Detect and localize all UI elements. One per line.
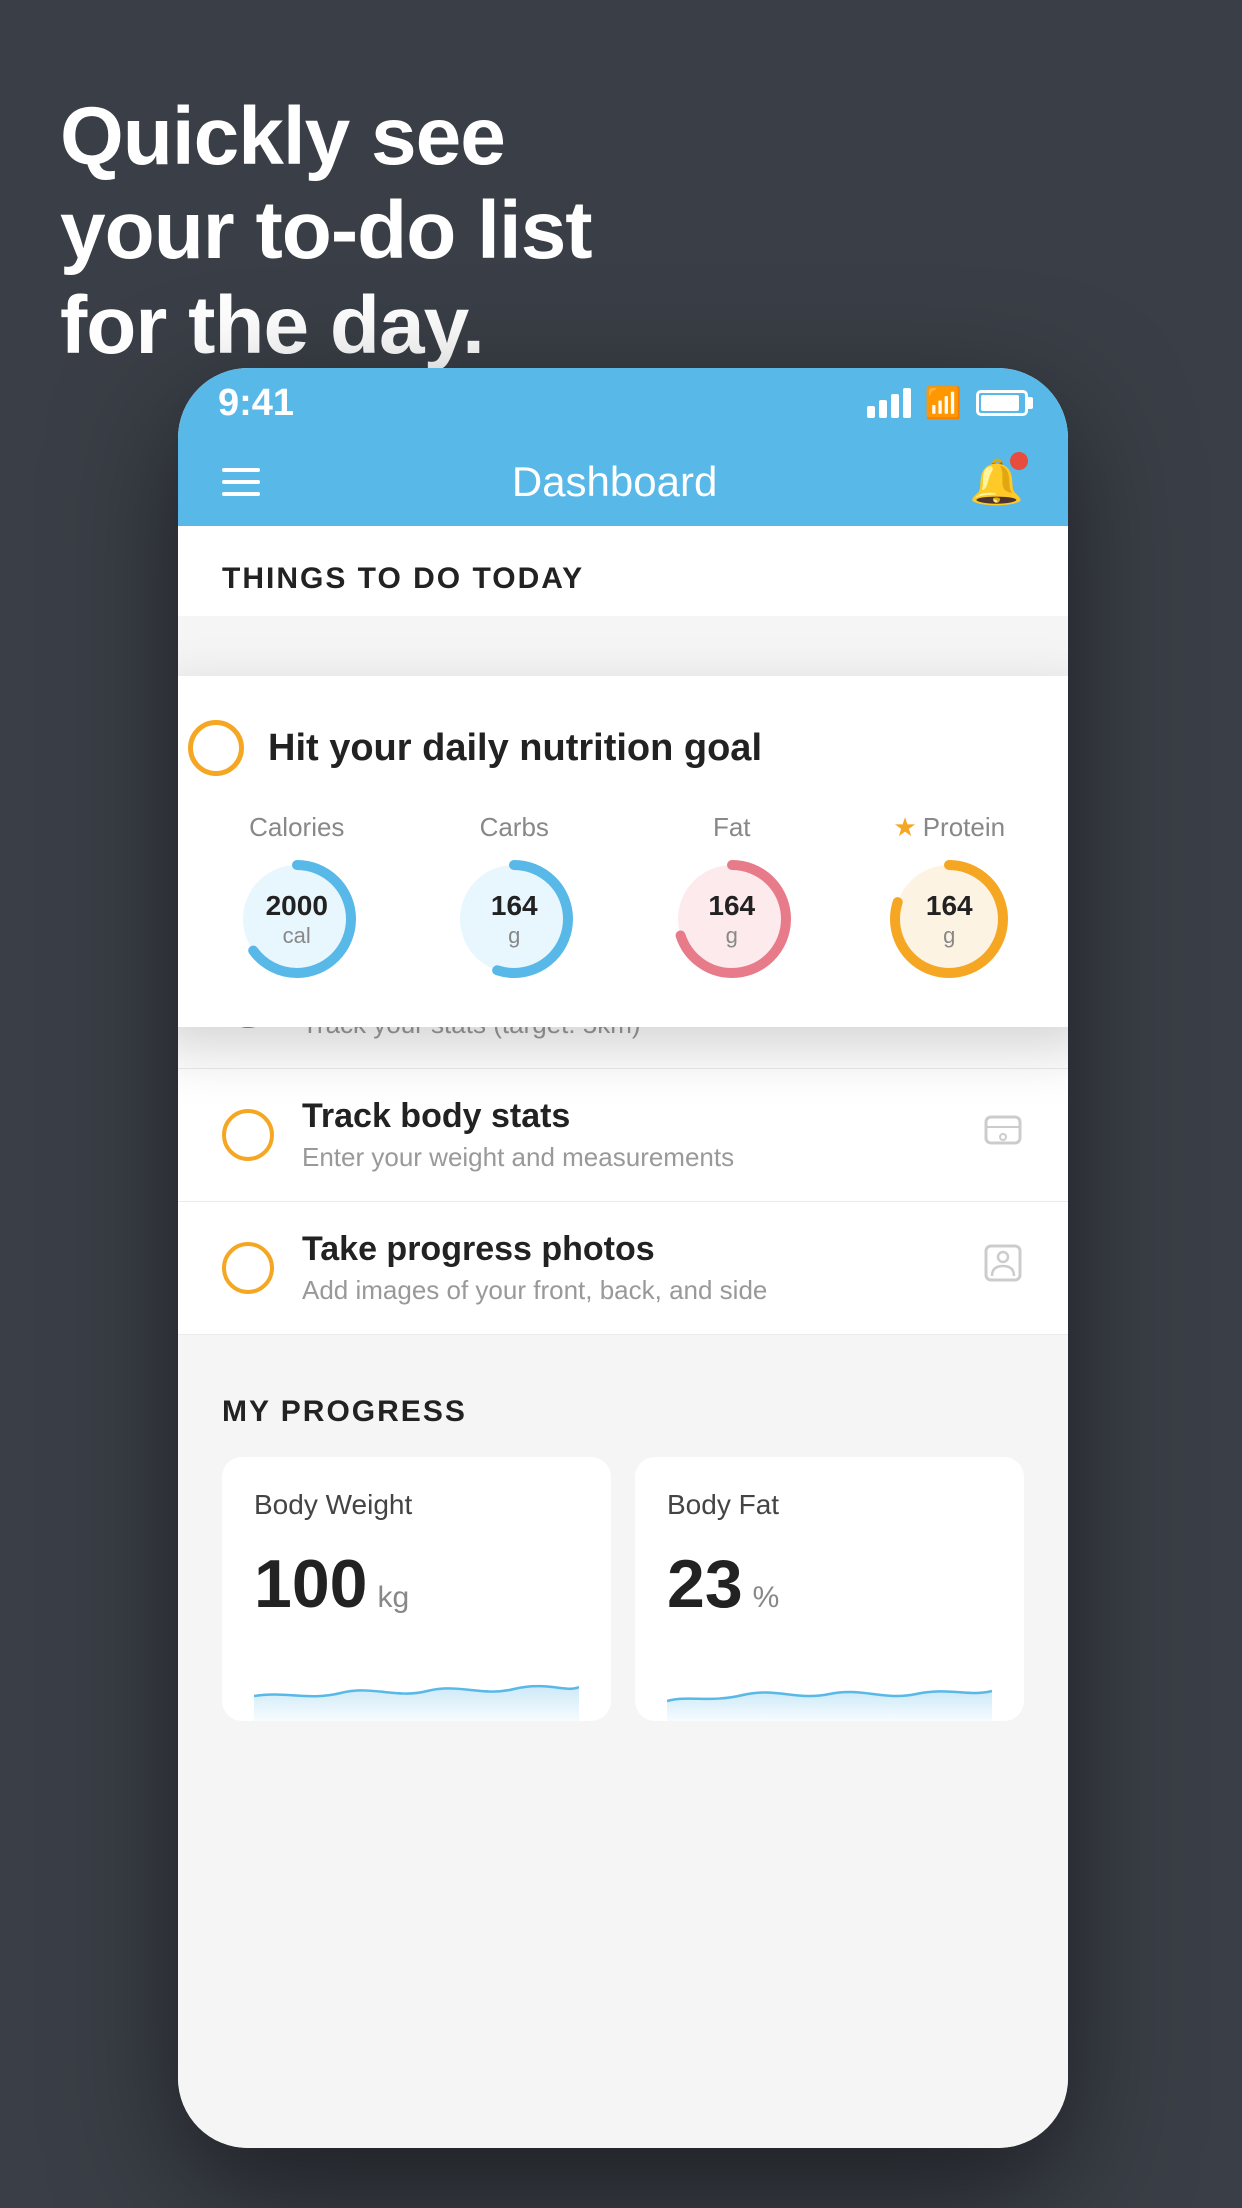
calories-value: 2000 <box>266 889 328 923</box>
fat-value: 164 <box>708 889 755 923</box>
header-title: Dashboard <box>512 458 717 506</box>
progress-section-title: MY PROGRESS <box>222 1395 1024 1429</box>
nutrition-circles: Calories 2000 cal <box>188 812 1058 983</box>
headline-line3: for the day. <box>60 280 484 371</box>
protein-label: ★ Protein <box>893 812 1005 843</box>
person-icon <box>982 1242 1024 1294</box>
body-stats-subtitle: Enter your weight and measurements <box>302 1142 954 1173</box>
wifi-icon: 📶 <box>925 386 962 421</box>
carbs-donut: 164 g <box>450 855 578 983</box>
body-fat-value-row: 23 % <box>667 1545 992 1623</box>
app-header: Dashboard 🔔 <box>178 438 1068 526</box>
fat-unit: g <box>708 923 755 949</box>
photos-info: Take progress photos Add images of your … <box>302 1230 954 1306</box>
phone-frame: 9:41 📶 Dashboard 🔔 THINGS TO DO TODAY <box>178 368 1068 2148</box>
body-stats-info: Track body stats Enter your weight and m… <box>302 1097 954 1173</box>
body-fat-value: 23 <box>667 1545 743 1623</box>
todo-item-photos[interactable]: Take progress photos Add images of your … <box>178 1202 1068 1335</box>
body-weight-chart <box>254 1651 579 1721</box>
body-fat-unit: % <box>753 1581 780 1615</box>
protein-unit: g <box>926 923 973 949</box>
body-fat-card[interactable]: Body Fat 23 % <box>635 1457 1024 1721</box>
popup-title: Hit your daily nutrition goal <box>268 727 762 770</box>
status-icons: 📶 <box>867 386 1028 421</box>
photos-check-circle <box>222 1242 274 1294</box>
body-weight-card-title: Body Weight <box>254 1489 579 1521</box>
nutrition-fat: Fat 164 g <box>668 812 796 983</box>
body-fat-chart <box>667 1651 992 1721</box>
fat-value-container: 164 g <box>708 889 755 949</box>
body-stats-check-circle <box>222 1109 274 1161</box>
calories-value-container: 2000 cal <box>266 889 328 949</box>
calories-unit: cal <box>266 923 328 949</box>
calories-donut: 2000 cal <box>233 855 361 983</box>
protein-label-text: Protein <box>923 812 1005 843</box>
carbs-unit: g <box>491 923 538 949</box>
nutrition-popup-card: Hit your daily nutrition goal Calories <box>178 676 1068 1027</box>
progress-cards: Body Weight 100 kg <box>222 1457 1024 1721</box>
nutrition-protein: ★ Protein 164 g <box>885 812 1013 983</box>
star-icon: ★ <box>893 812 916 843</box>
protein-value: 164 <box>926 889 973 923</box>
carbs-label: Carbs <box>480 812 549 843</box>
protein-value-container: 164 g <box>926 889 973 949</box>
things-to-do-section-header: THINGS TO DO TODAY <box>178 526 1068 616</box>
status-time: 9:41 <box>218 382 294 425</box>
body-weight-value: 100 <box>254 1545 367 1623</box>
body-fat-card-title: Body Fat <box>667 1489 992 1521</box>
photos-subtitle: Add images of your front, back, and side <box>302 1275 954 1306</box>
fat-donut: 164 g <box>668 855 796 983</box>
photos-title: Take progress photos <box>302 1230 954 1269</box>
scale-icon <box>982 1109 1024 1161</box>
app-body: THINGS TO DO TODAY Hit your daily nutrit… <box>178 526 1068 2148</box>
notification-badge <box>1010 452 1028 470</box>
signal-icon <box>867 388 911 418</box>
nutrition-calories: Calories 2000 cal <box>233 812 361 983</box>
carbs-value: 164 <box>491 889 538 923</box>
body-weight-card[interactable]: Body Weight 100 kg <box>222 1457 611 1721</box>
carbs-value-container: 164 g <box>491 889 538 949</box>
todo-item-body-stats[interactable]: Track body stats Enter your weight and m… <box>178 1069 1068 1202</box>
headline: Quickly see your to-do list for the day. <box>60 90 592 373</box>
protein-donut: 164 g <box>885 855 1013 983</box>
notification-button[interactable]: 🔔 <box>969 456 1024 508</box>
body-stats-title: Track body stats <box>302 1097 954 1136</box>
battery-icon <box>976 390 1028 416</box>
headline-line1: Quickly see <box>60 91 505 182</box>
section-title: THINGS TO DO TODAY <box>222 562 584 595</box>
status-bar: 9:41 📶 <box>178 368 1068 438</box>
headline-line2: your to-do list <box>60 185 592 276</box>
fat-label: Fat <box>713 812 751 843</box>
progress-section: MY PROGRESS Body Weight 100 kg <box>178 1395 1068 1721</box>
todo-check-circle[interactable] <box>188 720 244 776</box>
nutrition-carbs: Carbs 164 g <box>450 812 578 983</box>
menu-button[interactable] <box>222 468 260 496</box>
calories-label: Calories <box>249 812 344 843</box>
body-weight-value-row: 100 kg <box>254 1545 579 1623</box>
body-weight-unit: kg <box>377 1581 409 1615</box>
popup-title-row: Hit your daily nutrition goal <box>188 720 1058 776</box>
